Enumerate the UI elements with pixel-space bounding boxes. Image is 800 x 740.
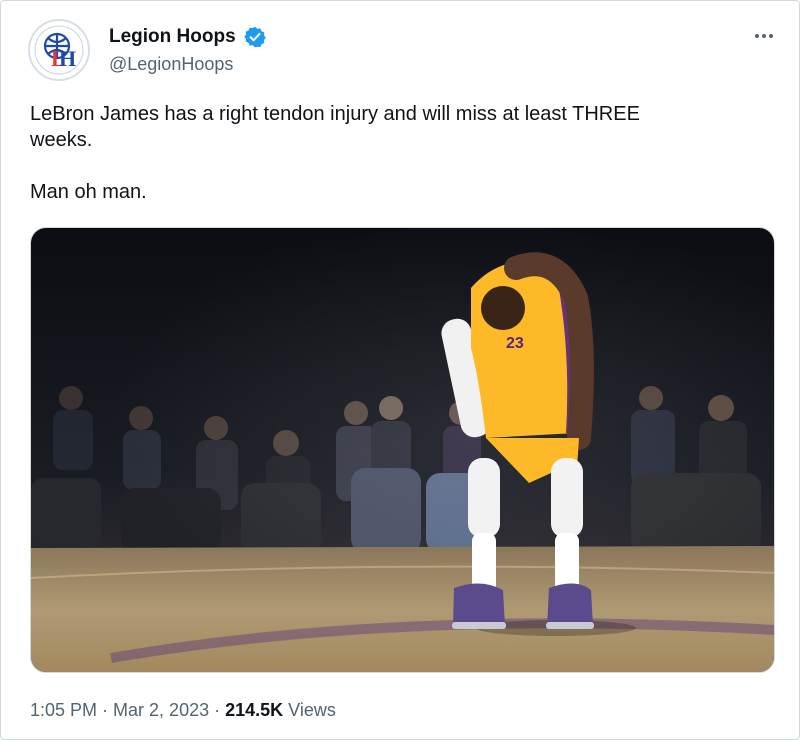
- avatar[interactable]: L H: [28, 19, 90, 81]
- meta-separator: ·: [209, 700, 226, 720]
- handle[interactable]: @LegionHoops: [109, 52, 233, 76]
- photo-icon: 23: [31, 228, 774, 672]
- tweet-meta: 1:05 PM · Mar 2, 2023 · 214.5K Views: [30, 698, 336, 722]
- views-label[interactable]: Views: [283, 700, 336, 720]
- svg-text:H: H: [59, 46, 76, 71]
- meta-separator: ·: [97, 700, 114, 720]
- more-options-button[interactable]: [749, 23, 779, 49]
- tweet-text: LeBron James has a right tendon injury a…: [30, 103, 640, 203]
- tweet-date[interactable]: Mar 2, 2023: [113, 700, 209, 720]
- verified-badge-icon: [244, 26, 266, 48]
- views-count[interactable]: 214.5K: [225, 700, 283, 720]
- tweet-card: L H Legion Hoops @LegionHoops LeBron Jam…: [0, 0, 800, 740]
- tweet-time[interactable]: 1:05 PM: [30, 700, 97, 720]
- legion-hoops-logo-icon: L H: [32, 23, 86, 77]
- display-name[interactable]: Legion Hoops: [109, 25, 236, 49]
- tweet-photo[interactable]: 23: [30, 227, 775, 673]
- more-horizontal-icon: [755, 34, 773, 38]
- svg-text:23: 23: [506, 335, 524, 352]
